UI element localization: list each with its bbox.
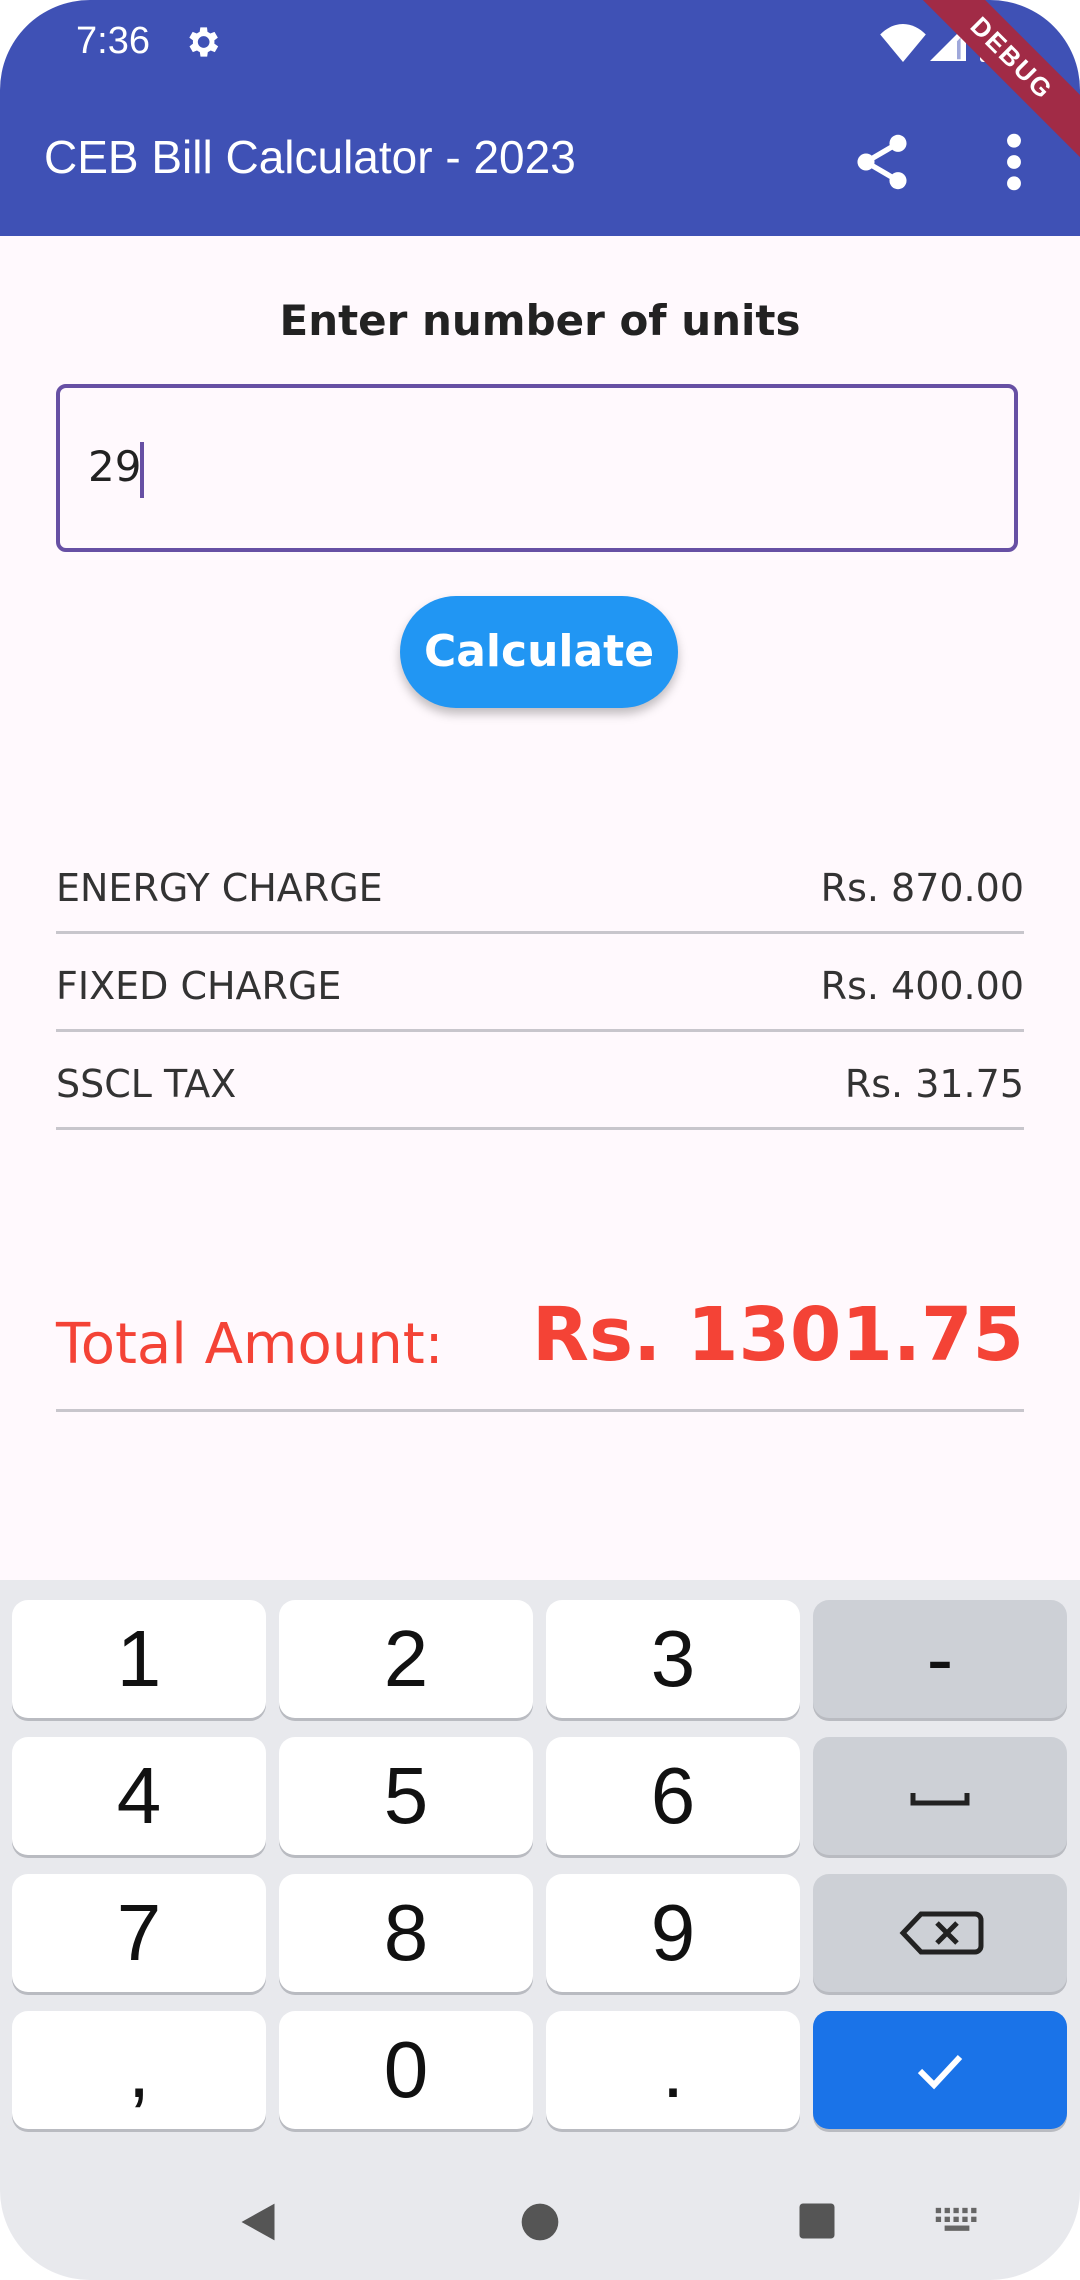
key-9[interactable]: 9 [546, 1874, 800, 1992]
key-2[interactable]: 2 [279, 1600, 533, 1718]
calculate-button[interactable]: Calculate [400, 596, 678, 708]
home-icon[interactable] [518, 2200, 562, 2244]
back-icon[interactable] [236, 2200, 280, 2244]
key-8[interactable]: 8 [279, 1874, 533, 1992]
key-done[interactable] [813, 2011, 1067, 2129]
key-5[interactable]: 5 [279, 1737, 533, 1855]
more-vert-icon[interactable] [996, 130, 1032, 194]
settings-gear-icon [189, 27, 219, 57]
charge-value: Rs. 400.00 [820, 964, 1024, 1008]
charge-label: FIXED CHARGE [56, 964, 342, 1008]
charge-row-energy: ENERGY CHARGE Rs. 870.00 [56, 836, 1024, 934]
check-icon [917, 2054, 963, 2090]
key-4[interactable]: 4 [12, 1737, 266, 1855]
units-input-value[interactable]: 29 [88, 442, 141, 491]
total-label: Total Amount: [56, 1312, 444, 1377]
status-time: 7:36 [76, 20, 150, 62]
charge-value: Rs. 870.00 [820, 866, 1024, 910]
share-icon[interactable] [850, 130, 914, 194]
keyboard-switch-icon[interactable] [934, 2204, 980, 2240]
key-comma[interactable]: , [12, 2011, 266, 2129]
units-prompt: Enter number of units [279, 296, 801, 345]
backspace-icon [899, 1911, 984, 1955]
app-title: CEB Bill Calculator - 2023 [44, 131, 576, 183]
app-screen: 7:36 DEBUG CEB Bill Calculator - 2023 En… [0, 0, 1080, 2280]
key-minus[interactable]: - [813, 1600, 1067, 1718]
charge-label: SSCL TAX [56, 1062, 237, 1106]
recents-icon[interactable] [796, 2200, 838, 2242]
key-0[interactable]: 0 [279, 2011, 533, 2129]
units-input[interactable] [56, 384, 1018, 552]
space-bar-icon [910, 1793, 970, 1806]
key-space[interactable] [813, 1737, 1067, 1855]
key-period[interactable]: . [546, 2011, 800, 2129]
system-nav-bar [0, 2160, 1080, 2280]
key-7[interactable]: 7 [12, 1874, 266, 1992]
key-backspace[interactable] [813, 1874, 1067, 1992]
charge-label: ENERGY CHARGE [56, 866, 383, 910]
charge-row-fixed: FIXED CHARGE Rs. 400.00 [56, 934, 1024, 1032]
key-1[interactable]: 1 [12, 1600, 266, 1718]
text-caret [140, 442, 144, 498]
key-6[interactable]: 6 [546, 1737, 800, 1855]
app-bar: 7:36 DEBUG CEB Bill Calculator - 2023 [0, 0, 1080, 236]
charge-row-sscl: SSCL TAX Rs. 31.75 [56, 1032, 1024, 1130]
charge-value: Rs. 31.75 [844, 1062, 1024, 1106]
wifi-icon [880, 24, 926, 62]
key-3[interactable]: 3 [546, 1600, 800, 1718]
total-row: Total Amount: Rs. 1301.75 [56, 1280, 1024, 1412]
total-value: Rs. 1301.75 [532, 1292, 1024, 1378]
